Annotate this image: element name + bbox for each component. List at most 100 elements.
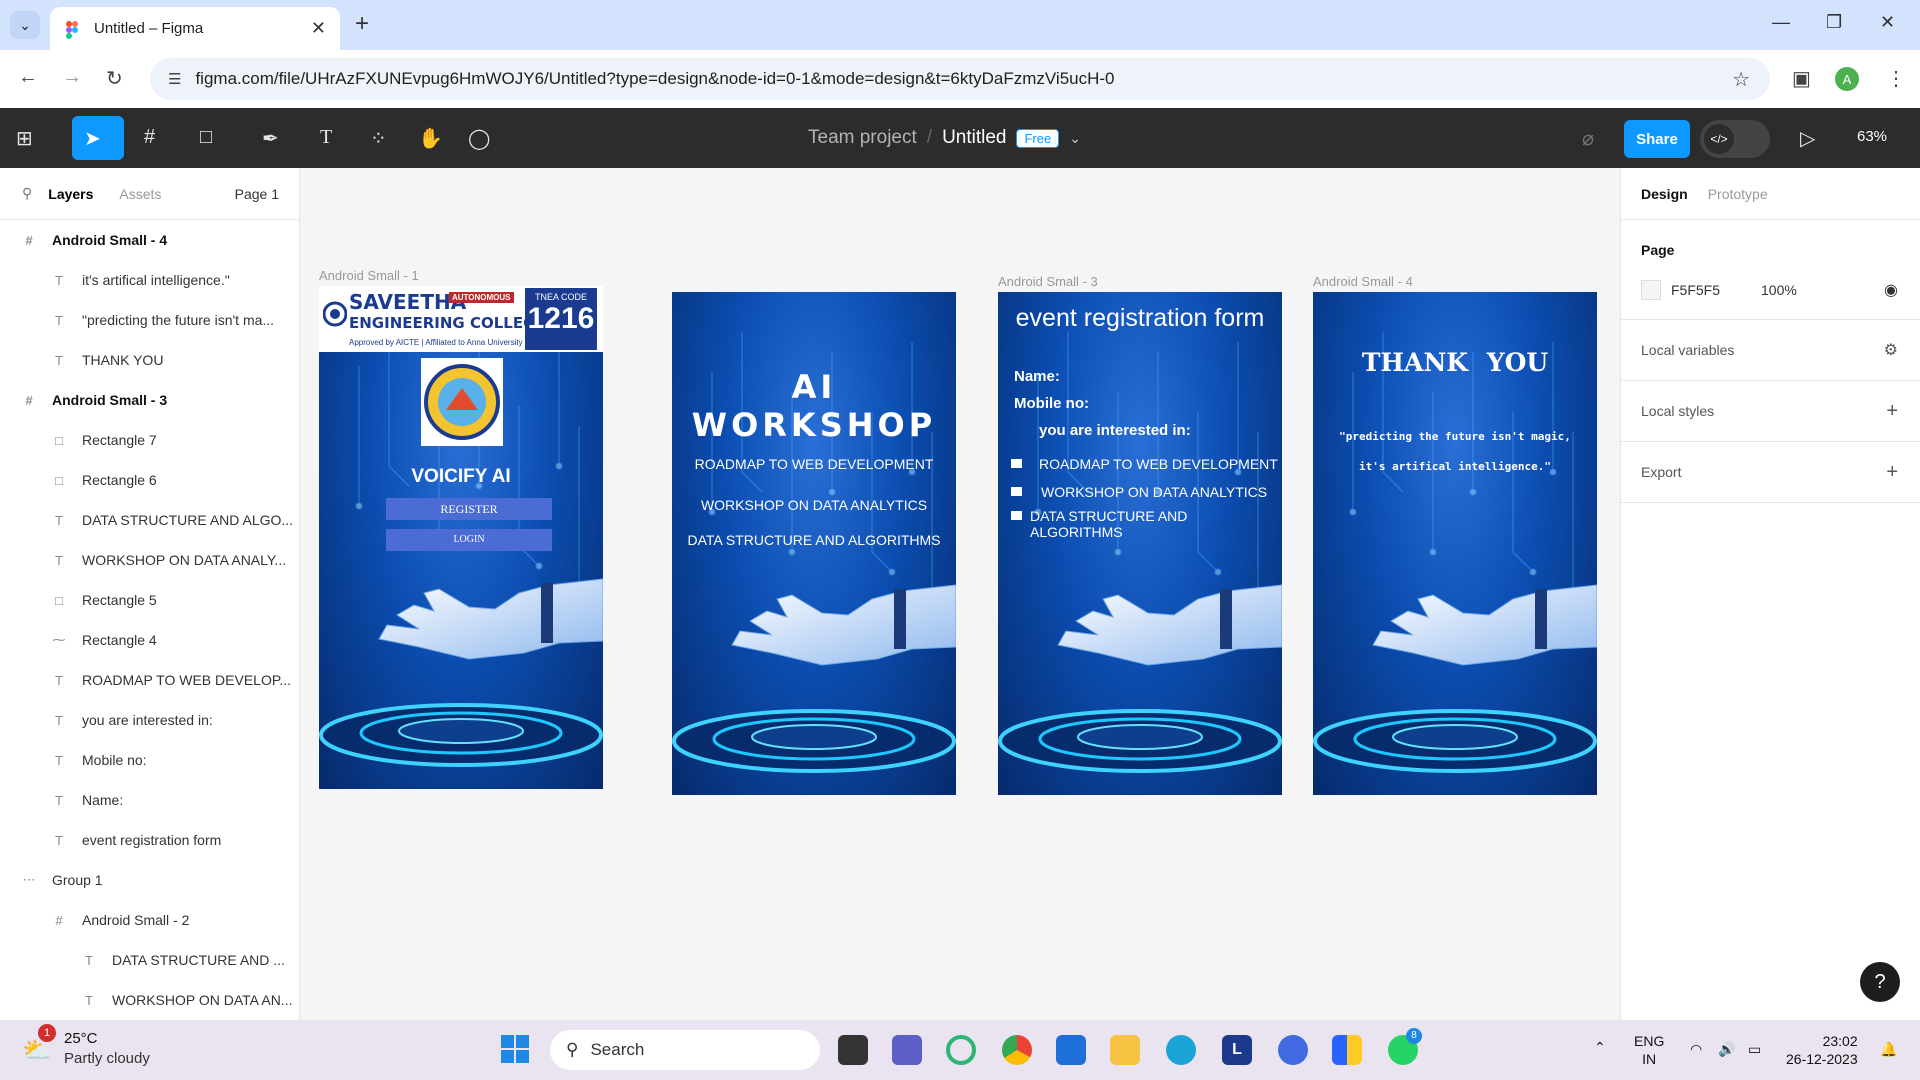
- more-menu-icon[interactable]: ⋮: [1886, 66, 1906, 91]
- local-variables-section[interactable]: Local variables ⚙: [1621, 320, 1920, 381]
- layer-row[interactable]: Tevent registration form: [0, 820, 299, 860]
- bg-color-swatch[interactable]: [1641, 280, 1661, 300]
- close-tab-icon[interactable]: ✕: [311, 18, 326, 39]
- layer-row[interactable]: T "predicting the future isn't ma...: [0, 300, 299, 340]
- main-menu-icon[interactable]: ⊞: [16, 126, 33, 151]
- frame-android-small-2[interactable]: AI WORKSHOP ROADMAP TO WEB DEVELOPMENT W…: [672, 292, 956, 795]
- battery-icon[interactable]: ▭: [1748, 1040, 1761, 1058]
- volume-icon[interactable]: 🔊: [1718, 1040, 1735, 1058]
- resources-icon[interactable]: ⁘: [370, 126, 387, 151]
- hand-tool-icon[interactable]: ✋: [418, 126, 443, 151]
- bookmark-star-icon[interactable]: ☆: [1732, 67, 1750, 92]
- frame-label-4[interactable]: Android Small - 4: [1313, 274, 1413, 289]
- frame-android-small-1[interactable]: SAVEETHA ENGINEERING COLLEGE AUTONOMOUS …: [319, 286, 603, 789]
- rectangle-tool-icon[interactable]: □: [200, 126, 212, 149]
- chrome-icon[interactable]: [1002, 1035, 1032, 1065]
- design-canvas[interactable]: Android Small - 1 SAVEETHA ENGINEERING C…: [300, 168, 1620, 1020]
- comment-tool-icon[interactable]: ◯: [468, 126, 490, 151]
- url-field[interactable]: ☰ figma.com/file/UHrAzFXUNEvpug6HmWOJY6/…: [150, 58, 1770, 100]
- notification-bell-icon[interactable]: 🔔: [1880, 1040, 1897, 1058]
- login-button[interactable]: LOGIN: [386, 529, 552, 551]
- back-icon[interactable]: ←: [18, 66, 38, 89]
- tab-prototype[interactable]: Prototype: [1708, 186, 1768, 202]
- add-style-icon[interactable]: +: [1886, 400, 1898, 423]
- restore-icon[interactable]: ❐: [1826, 12, 1842, 33]
- layer-row[interactable]: T Mobile no:: [0, 740, 299, 780]
- side-panel-icon[interactable]: ▣: [1792, 66, 1811, 91]
- layer-row[interactable]: □ Rectangle 7: [0, 420, 299, 460]
- layer-row[interactable]: □ Rectangle 6: [0, 460, 299, 500]
- layer-row[interactable]: T DATA STRUCTURE AND ...: [0, 940, 299, 980]
- teams-icon[interactable]: [892, 1035, 922, 1065]
- security-shield-icon[interactable]: [1332, 1035, 1362, 1065]
- layer-row[interactable]: □ Rectangle 5: [0, 580, 299, 620]
- frame-label-1[interactable]: Android Small - 1: [319, 268, 419, 283]
- clock[interactable]: 23:02 26-12-2023: [1786, 1032, 1858, 1068]
- layer-row[interactable]: T ROADMAP TO WEB DEVELOP...: [0, 660, 299, 700]
- taskbar-search[interactable]: ⚲ Search: [550, 1030, 820, 1070]
- dev-mode-toggle[interactable]: </>: [1700, 120, 1770, 158]
- layer-row[interactable]: # Android Small - 4: [0, 220, 299, 260]
- language-indicator[interactable]: ENG IN: [1634, 1032, 1664, 1068]
- frame-android-small-3[interactable]: event registration form Name: Mobile no:…: [998, 292, 1282, 795]
- layer-row[interactable]: ⋯ Group 1: [0, 860, 299, 900]
- edge-icon[interactable]: [1166, 1035, 1196, 1065]
- chevron-down-icon[interactable]: ⌄: [1069, 130, 1081, 147]
- zoom-level[interactable]: 63%: [1857, 128, 1887, 145]
- bg-color-hex[interactable]: F5F5F5: [1671, 282, 1720, 298]
- minimize-icon[interactable]: —: [1772, 12, 1790, 33]
- browser-tab[interactable]: Untitled – Figma ✕: [50, 7, 340, 50]
- tab-layers[interactable]: Layers: [48, 186, 93, 202]
- forward-icon[interactable]: →: [62, 66, 82, 89]
- layer-row[interactable]: T WORKSHOP ON DATA AN...: [0, 980, 299, 1020]
- layer-row[interactable]: T Name:: [0, 780, 299, 820]
- tab-search-button[interactable]: ⌄: [10, 11, 40, 39]
- checkbox-3[interactable]: [1011, 511, 1022, 520]
- site-info-icon[interactable]: ☰: [168, 70, 181, 88]
- task-view-icon[interactable]: [838, 1035, 868, 1065]
- wifi-icon[interactable]: ◠: [1690, 1040, 1702, 1058]
- tab-assets[interactable]: Assets: [119, 186, 161, 202]
- tab-design[interactable]: Design: [1641, 186, 1688, 202]
- new-tab-button[interactable]: +: [355, 10, 369, 38]
- pen-tool-icon[interactable]: ✒: [262, 126, 279, 151]
- store-icon[interactable]: [1056, 1035, 1086, 1065]
- layer-row[interactable]: # Android Small - 2: [0, 900, 299, 940]
- add-export-icon[interactable]: +: [1886, 461, 1898, 484]
- layer-row[interactable]: T WORKSHOP ON DATA ANALY...: [0, 540, 299, 580]
- share-button[interactable]: Share: [1624, 120, 1690, 158]
- export-section[interactable]: Export +: [1621, 442, 1920, 503]
- help-button[interactable]: ?: [1860, 962, 1900, 1002]
- register-button[interactable]: REGISTER: [386, 498, 552, 520]
- layer-row[interactable]: ⁓ Rectangle 4: [0, 620, 299, 660]
- arc-app-icon[interactable]: [1278, 1035, 1308, 1065]
- file-name[interactable]: Untitled: [942, 127, 1006, 149]
- local-styles-section[interactable]: Local styles +: [1621, 381, 1920, 442]
- windows-start-icon[interactable]: [500, 1034, 530, 1064]
- bg-opacity[interactable]: 100%: [1761, 282, 1797, 298]
- layer-row[interactable]: T DATA STRUCTURE AND ALGO...: [0, 500, 299, 540]
- eye-icon[interactable]: ◉: [1884, 280, 1898, 300]
- frame-label-3[interactable]: Android Small - 3: [998, 274, 1098, 289]
- present-play-icon[interactable]: ▷: [1800, 126, 1815, 151]
- reload-icon[interactable]: ↻: [106, 66, 123, 91]
- chevron-up-icon[interactable]: ⌃: [1594, 1038, 1606, 1056]
- layer-row[interactable]: # Android Small - 3: [0, 380, 299, 420]
- profile-avatar[interactable]: A: [1835, 67, 1859, 91]
- frame-android-small-4[interactable]: THANK YOU "predicting the future isn't m…: [1313, 292, 1597, 795]
- text-tool-icon[interactable]: T: [320, 126, 332, 149]
- page-selector[interactable]: Page 1: [235, 186, 279, 202]
- file-explorer-icon[interactable]: [1110, 1035, 1140, 1065]
- close-window-icon[interactable]: ✕: [1880, 12, 1895, 33]
- checkbox-1[interactable]: [1011, 459, 1022, 468]
- frame-tool-icon[interactable]: #: [144, 126, 155, 149]
- l-app-icon[interactable]: L: [1222, 1035, 1252, 1065]
- variables-settings-icon[interactable]: ⚙: [1884, 340, 1898, 360]
- search-icon[interactable]: ⚲: [22, 185, 32, 202]
- layer-row[interactable]: Tyou are interested in:: [0, 700, 299, 740]
- team-name[interactable]: Team project: [808, 127, 917, 149]
- checkbox-2[interactable]: [1011, 487, 1022, 496]
- layer-row[interactable]: Tit's artifical intelligence.": [0, 260, 299, 300]
- layer-row[interactable]: T THANK YOU: [0, 340, 299, 380]
- loading-app-icon[interactable]: [946, 1035, 976, 1065]
